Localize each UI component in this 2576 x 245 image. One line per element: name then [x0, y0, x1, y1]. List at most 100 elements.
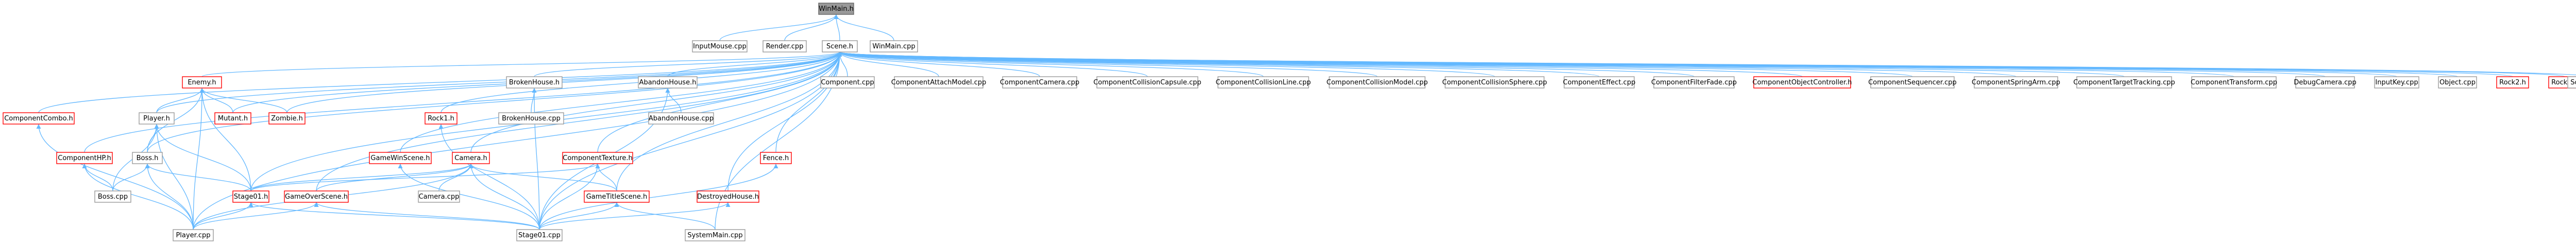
node-camera-h[interactable]: Camera.h	[452, 152, 490, 164]
node-label: ComponentCombo.h	[4, 115, 73, 122]
node-label: Stage01.h	[234, 193, 268, 201]
node-label: DebugCamera.cpp	[2294, 79, 2357, 86]
edge-boss_h-to-stage01_h	[145, 163, 251, 191]
node-componenttexture-h[interactable]: ComponentTexture.h	[562, 152, 633, 164]
node-rock1-h[interactable]: Rock1.h	[425, 112, 457, 125]
node-player-cpp[interactable]: Player.cpp	[173, 229, 214, 241]
node-label: ComponentObjectController.h	[1753, 79, 1852, 86]
node-label: GameOverScene.h	[285, 193, 348, 201]
edge-gametitlescene_h-to-stage01_cpp	[539, 202, 619, 230]
node-label: GameTitleScene.h	[586, 193, 648, 201]
edge-scene_h-to-enemy_h	[201, 51, 842, 77]
node-destroyedhouse-h[interactable]: DestroyedHouse.h	[697, 190, 759, 203]
node-label: GameWinScene.h	[370, 154, 430, 162]
node-label: BrokenHouse.h	[509, 79, 560, 86]
node-gamewinscene-h[interactable]: GameWinScene.h	[369, 152, 432, 164]
include-dependency-graph: WinMain.h InputMouse.cpp Render.cpp Scene.h…	[3, 3, 2576, 241]
node-debugcamera-cpp[interactable]: DebugCamera.cpp	[2294, 76, 2357, 89]
node-label: Zombie.h	[271, 115, 303, 122]
node-stage01-cpp[interactable]: Stage01.cpp	[516, 229, 563, 241]
node-boss-cpp[interactable]: Boss.cpp	[94, 190, 131, 203]
node-label: Component.cpp	[821, 79, 874, 86]
node-componentcollisioncapsule-cpp[interactable]: ComponentCollisionCapsule.cpp	[1093, 76, 1201, 89]
node-label: ComponentHP.h	[58, 154, 111, 162]
node-label: InputMouse.cpp	[693, 43, 747, 50]
node-scene-cpp[interactable]: Scene.cpp	[2567, 76, 2576, 89]
node-label: Fence.h	[763, 154, 789, 162]
node-componentattachmodel-cpp[interactable]: ComponentAttachModel.cpp	[891, 76, 987, 89]
edge-boss_h-to-player_cpp	[145, 163, 194, 230]
node-scene-h[interactable]: Scene.h	[822, 40, 858, 52]
node-label: ComponentTransform.cpp	[2191, 79, 2277, 86]
node-gameoverscene-h[interactable]: GameOverScene.h	[284, 190, 349, 203]
node-zombie-h[interactable]: Zombie.h	[268, 112, 306, 125]
node-label: AbandonHouse.h	[639, 79, 697, 86]
node-label: Mutant.h	[218, 115, 248, 122]
node-boss-h[interactable]: Boss.h	[132, 152, 163, 164]
node-componenttransform-cpp[interactable]: ComponentTransform.cpp	[2191, 76, 2277, 89]
node-fence-h[interactable]: Fence.h	[760, 152, 792, 164]
edge-stage01_h-to-player_cpp	[193, 202, 253, 230]
node-label: ComponentAttachModel.cpp	[891, 79, 987, 86]
node-label: Player.cpp	[176, 232, 210, 239]
node-systemmain-cpp[interactable]: SystemMain.cpp	[685, 229, 745, 241]
node-label: ComponentCollisionModel.cpp	[1327, 79, 1428, 86]
edge-scene_h-to-boss_h	[147, 51, 842, 153]
node-object-cpp[interactable]: Object.cpp	[2438, 76, 2477, 89]
node-winmain-cpp[interactable]: WinMain.cpp	[870, 40, 918, 52]
edge-winmain_h-to-winmain_cpp	[834, 14, 894, 41]
nodes-layer: WinMain.h InputMouse.cpp Render.cpp Scene.h…	[3, 3, 2576, 241]
edge-player_h-to-stage01_h	[154, 124, 251, 191]
node-label: Scene.h	[826, 43, 853, 50]
edge-destroyedhouse_h-to-stage01_cpp	[539, 202, 731, 230]
node-label: Render.cpp	[766, 43, 804, 50]
node-player-h[interactable]: Player.h	[139, 112, 175, 125]
node-label: Boss.cpp	[98, 193, 128, 201]
edge-winmain_h-to-inputmouse_cpp	[719, 14, 839, 41]
node-component-cpp[interactable]: Component.cpp	[820, 76, 875, 89]
node-stage01-h[interactable]: Stage01.h	[232, 190, 269, 203]
node-label: AbandonHouse.cpp	[649, 115, 714, 122]
node-brokenhouse-cpp[interactable]: BrokenHouse.cpp	[498, 112, 564, 125]
node-label: BrokenHouse.cpp	[502, 115, 561, 122]
node-abandonhouse-cpp[interactable]: AbandonHouse.cpp	[648, 112, 714, 125]
edge-scene_h-to-player_h	[156, 51, 842, 113]
node-label: WinMain.cpp	[872, 43, 915, 50]
node-label: Player.h	[143, 115, 170, 122]
node-label: ComponentSequencer.cpp	[1868, 79, 1957, 86]
node-componentcollisionmodel-cpp[interactable]: ComponentCollisionModel.cpp	[1327, 76, 1428, 89]
node-label: ComponentCollisionLine.cpp	[1216, 79, 1311, 86]
node-componentsequencer-cpp[interactable]: ComponentSequencer.cpp	[1868, 76, 1957, 89]
node-componenteffect-cpp[interactable]: ComponentEffect.cpp	[1563, 76, 1636, 89]
node-brokenhouse-h[interactable]: BrokenHouse.h	[506, 76, 563, 89]
node-render-cpp[interactable]: Render.cpp	[762, 40, 807, 52]
node-winmain-h[interactable]: WinMain.h	[818, 3, 854, 15]
node-componenthp-h[interactable]: ComponentHP.h	[56, 152, 113, 164]
node-componentobjectcontroller-h[interactable]: ComponentObjectController.h	[1753, 76, 1852, 89]
node-componentcamera-cpp[interactable]: ComponentCamera.cpp	[1000, 76, 1079, 89]
node-label: DestroyedHouse.h	[697, 193, 759, 201]
node-inputmouse-cpp[interactable]: InputMouse.cpp	[692, 40, 748, 52]
node-componentfilterfade-cpp[interactable]: ComponentFilterFade.cpp	[1651, 76, 1737, 89]
edge-stage01_h-to-stage01_cpp	[248, 202, 540, 230]
edge-camera_h-to-gametitlescene_h	[468, 163, 617, 191]
node-label: SystemMain.cpp	[687, 232, 742, 239]
edge-enemy_h-to-player_h	[156, 87, 205, 113]
node-rock2-h[interactable]: Rock2.h	[2496, 76, 2529, 89]
node-label: ComponentCollisionCapsule.cpp	[1093, 79, 1201, 86]
edge-enemy_h-to-player_cpp	[193, 87, 205, 230]
node-gametitlescene-h[interactable]: GameTitleScene.h	[584, 190, 650, 203]
node-abandonhouse-h[interactable]: AbandonHouse.h	[638, 76, 698, 89]
node-enemy-h[interactable]: Enemy.h	[182, 76, 222, 89]
node-componenttargettracking-cpp[interactable]: ComponentTargetTracking.cpp	[2073, 76, 2175, 89]
node-componentspringarm-cpp[interactable]: ComponentSpringArm.cpp	[1972, 76, 2060, 89]
node-componentcollisionsphere-cpp[interactable]: ComponentCollisionSphere.cpp	[1442, 76, 1547, 89]
edge-winmain_h-to-render_cpp	[784, 14, 839, 41]
node-componentcombo-h[interactable]: ComponentCombo.h	[3, 112, 75, 125]
node-label: Scene.cpp	[2570, 79, 2576, 86]
node-componentcollisionline-cpp[interactable]: ComponentCollisionLine.cpp	[1216, 76, 1311, 89]
node-camera-cpp[interactable]: Camera.cpp	[418, 190, 460, 203]
node-inputkey-cpp[interactable]: InputKey.cpp	[2374, 76, 2419, 89]
edge-brokenhouse_h-to-stage01_cpp	[532, 87, 540, 230]
node-mutant-h[interactable]: Mutant.h	[214, 112, 251, 125]
